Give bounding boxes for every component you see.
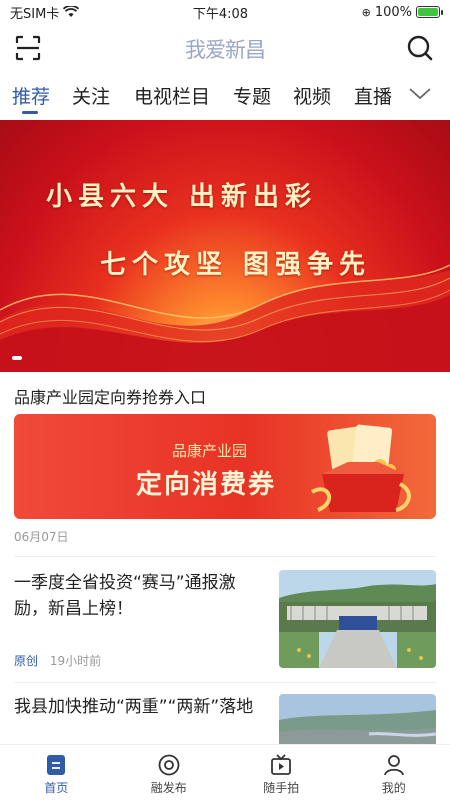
clock: 下午4:08: [192, 6, 249, 22]
gift-box-icon: [310, 424, 411, 512]
nav-profile[interactable]: 我的: [338, 745, 450, 800]
news-item[interactable]: 一季度全省投资“赛马”通报激励，新昌上榜！ 原创 19小时前: [14, 570, 436, 670]
nav-snapshot[interactable]: 随手拍: [225, 745, 338, 800]
tab-recommend[interactable]: 推荐: [12, 82, 50, 109]
news-title: 一季度全省投资“赛马”通报激励，新昌上榜！: [14, 573, 236, 619]
bottom-nav: 首页 融发布 随手拍 我的: [0, 744, 450, 800]
tab-topics[interactable]: 专题: [233, 82, 271, 109]
news-thumbnail: [279, 694, 436, 750]
tab-video[interactable]: 视频: [293, 82, 331, 109]
carrier-label: 无SIM卡: [10, 6, 60, 22]
status-bar: 无SIM卡 下午4:08 ⊕ 100%: [0, 0, 450, 24]
ad-title[interactable]: 品康产业园定向券抢券入口: [14, 384, 206, 408]
carousel-indicator: [12, 356, 22, 360]
hero-banner[interactable]: 小县六大 出新出彩 七个攻坚 图强争先: [0, 120, 450, 372]
coupon-ad-subtitle: 品康产业园: [172, 442, 248, 460]
nav-publish-label: 融发布: [150, 781, 187, 795]
target-icon: [158, 754, 180, 776]
original-badge: 原创: [14, 654, 39, 668]
news-item[interactable]: 我县加快推动“两重”“两新”落地: [14, 694, 436, 750]
nav-snapshot-label: 随手拍: [263, 781, 300, 795]
search-icon[interactable]: [406, 34, 434, 62]
news-meta: 原创 19小时前: [14, 652, 101, 669]
divider: [14, 556, 436, 557]
tab-tv-programs[interactable]: 电视栏目: [134, 82, 210, 109]
nav-home-label: 首页: [44, 781, 69, 795]
coupon-ad-heading: 定向消费券: [136, 470, 277, 500]
news-thumbnail: [279, 570, 436, 668]
wifi-icon: [63, 6, 80, 17]
tab-follow[interactable]: 关注: [72, 82, 110, 109]
channel-tabs: 推荐 关注 电视栏目 专题 视频 直播: [0, 74, 450, 114]
nav-publish[interactable]: 融发布: [113, 745, 226, 800]
tab-active-indicator: [22, 111, 38, 114]
home-icon: [47, 755, 66, 775]
chevron-down-icon[interactable]: [408, 84, 432, 102]
nav-profile-label: 我的: [381, 781, 406, 795]
divider: [14, 682, 436, 683]
battery-percent: 100%: [374, 4, 412, 20]
nav-home[interactable]: 首页: [0, 745, 113, 800]
battery-icon: [416, 6, 443, 18]
ad-date: 06月07日: [14, 530, 69, 544]
banner-headline-2: 七个攻坚 图强争先: [100, 250, 372, 280]
tab-live[interactable]: 直播: [354, 82, 392, 109]
orientation-lock-icon: ⊕: [361, 5, 371, 19]
tv-icon: [271, 754, 292, 775]
news-title: 我县加快推动“两重”“两新”落地: [14, 697, 254, 717]
app-header: 我爱新昌: [0, 26, 450, 70]
banner-headline-1: 小县六大 出新出彩: [46, 182, 318, 212]
coupon-ad-card[interactable]: 品康产业园 定向消费券: [14, 414, 436, 519]
app-logo: 我爱新昌: [185, 38, 266, 62]
news-time: 19小时前: [49, 654, 102, 668]
scan-icon[interactable]: [14, 34, 42, 62]
user-icon: [383, 755, 404, 776]
